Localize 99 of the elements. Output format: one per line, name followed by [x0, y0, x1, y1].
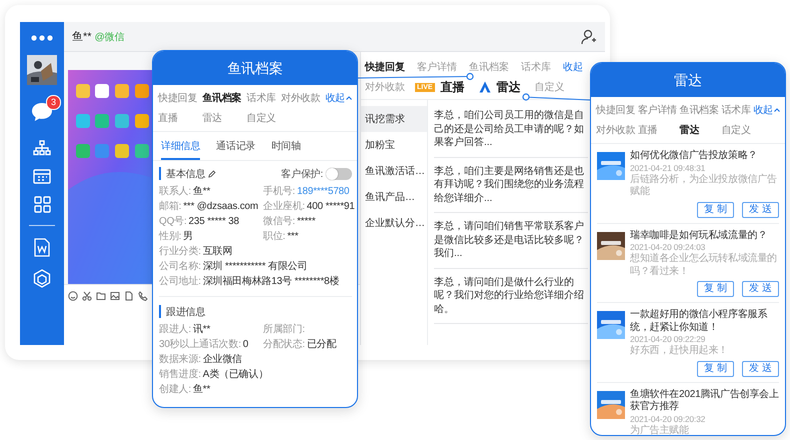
section-title: 跟进信息 [166, 306, 206, 318]
field-value: 0 [242, 339, 248, 350]
field-label: 职位: [263, 231, 286, 242]
script-message[interactable]: 李总，咱们主要是网络销售还是也有拜访呢？我们围绕您的业务流程给您详细介... [434, 158, 588, 213]
field-label: 销售进度: [159, 369, 201, 380]
article-title[interactable]: 瑞幸咖啡是如何玩私域流量的？ [630, 230, 779, 242]
tab[interactable]: 客户详情 [417, 60, 457, 74]
category-item[interactable]: 企业默认分… [361, 210, 427, 236]
contact-name: 鱼** [72, 30, 92, 44]
script-message[interactable]: 李总，请问咱们销售平常联系客户是微信比较多还是电话比较多呢？我们... [434, 213, 588, 268]
field-label: 邮箱: [159, 201, 182, 212]
article-summary: 想知道各企业怎么玩转私域流量的吗？看过来！ [630, 253, 778, 278]
tab[interactable]: 快捷回复 [365, 60, 405, 74]
tab[interactable]: 话术库 [721, 103, 751, 117]
field-value: A类（已确认） [202, 369, 268, 380]
field-label: 数据来源: [159, 354, 201, 365]
tab[interactable]: 直播 [638, 123, 677, 137]
field-label: 手机号: [263, 186, 295, 197]
collapse-link[interactable]: 收起 [753, 103, 780, 117]
section-title: 基本信息 [166, 168, 206, 180]
send-button[interactable]: 发送 [742, 360, 779, 376]
field-label: 跟进人: [159, 324, 191, 335]
field-value: 男 [183, 231, 193, 242]
category-item[interactable]: 讯挖需求 [361, 106, 427, 132]
collapse-link[interactable]: 收起 [563, 60, 583, 74]
field-label: QQ号: [159, 216, 187, 227]
article-summary: 为广告主赋能 [630, 424, 690, 435]
tab[interactable]: 时间轴 [271, 132, 301, 160]
field-value: *** [287, 231, 298, 242]
tab[interactable]: 雷达 [680, 123, 719, 137]
tab[interactable]: 详细信息 [161, 132, 200, 160]
field-label: 行业分类: [159, 246, 201, 257]
tab[interactable]: 话术库 [521, 60, 551, 74]
collapse-link[interactable]: 收起 [325, 91, 352, 105]
field-label: 创建人: [159, 384, 191, 395]
tab[interactable]: 客户详情 [638, 103, 677, 117]
unread-badge: 3 [46, 95, 61, 110]
field-label: 性别: [159, 231, 182, 242]
send-button[interactable]: 发送 [742, 281, 779, 297]
field-value[interactable]: 189****5780 [296, 186, 350, 197]
field-value: 企业微信 [202, 354, 242, 365]
field-label: 微信号: [263, 216, 295, 227]
category-item[interactable]: 鱼讯产品… [361, 184, 427, 210]
category-item[interactable]: 鱼讯激活话… [361, 158, 427, 184]
tab[interactable]: 自定义 [246, 111, 276, 125]
field-value: ***** [296, 216, 316, 227]
article-summary: 后链路分析，为企业投放微信广告赋能 [630, 174, 778, 198]
copy-button[interactable]: 复制 [697, 281, 734, 297]
article-date: 2021-04-20 09:24:03 [630, 242, 706, 252]
field-value: 讯** [192, 324, 210, 335]
field-label: 所属部门: [263, 324, 305, 335]
tab[interactable]: 雷达 [496, 78, 521, 96]
field-value: *** @dzsaas.com [183, 201, 258, 212]
field-value: 鱼** [192, 384, 210, 395]
field-value: 已分配 [306, 339, 336, 350]
card-title: 鱼讯档案 [153, 51, 357, 85]
field-label: 企业座机: [263, 201, 305, 212]
tab[interactable]: 鱼讯档案 [680, 103, 719, 117]
article-title[interactable]: 一款超好用的微信小程序客服系统，赶紧让你知道！ [630, 309, 779, 334]
field-value: 深圳福田梅林路13号 ********8楼 [202, 276, 340, 287]
article-title[interactable]: 如何优化微信广告投放策略？ [630, 150, 779, 162]
tab[interactable]: 快捷回复 [596, 103, 636, 117]
tab[interactable]: 快捷回复 [158, 91, 198, 105]
tab[interactable]: 直播 [158, 111, 198, 125]
tab[interactable]: 对外收款 [281, 91, 320, 105]
field-label: 公司名称: [159, 261, 201, 272]
tab[interactable]: 鱼讯档案 [202, 91, 242, 105]
script-message[interactable]: 李总，咱们公司员工用的微信是自己的还是公司给员工申请的呢？如果客户回答... [434, 102, 588, 158]
category-item[interactable]: 加粉宝 [361, 132, 427, 158]
article-title[interactable]: 鱼塘软件在2021腾讯广告创享会上获官方推荐 [630, 388, 779, 414]
protection-label: 客户保护: [281, 168, 323, 180]
copy-button[interactable]: 复制 [697, 202, 734, 218]
tab[interactable]: 直播 [440, 78, 465, 96]
article-summary: 好东西，赶快用起来！ [630, 345, 730, 358]
field-value: 235 ***** 38 [188, 216, 239, 227]
tab[interactable]: 雷达 [202, 111, 242, 125]
field-value: 鱼** [192, 186, 210, 197]
field-value: 互联网 [202, 246, 232, 257]
field-label: 联系人: [159, 186, 191, 197]
article-date: 2021-04-20 09:20:32 [630, 414, 706, 424]
tab[interactable]: 通话记录 [216, 132, 256, 160]
tab[interactable]: 对外收款 [596, 123, 636, 137]
field-label: 公司地址: [159, 276, 201, 287]
tab[interactable]: 鱼讯档案 [469, 60, 509, 74]
tab[interactable]: 对外收款 [365, 80, 405, 94]
field-label: 分配状态: [263, 339, 305, 350]
field-value: 深圳 *********** 有限公司 [202, 261, 308, 272]
field-label: 30秒以上通话次数: [159, 339, 241, 350]
field-value: 400 *****91 [306, 201, 355, 212]
copy-button[interactable]: 复制 [697, 360, 734, 376]
script-message[interactable]: 李总，请问咱们是做什么行业的呢？我们对您的行业给您详细介绍哈。 [434, 268, 588, 324]
tab[interactable]: 话术库 [246, 91, 276, 105]
article-date: 2021-04-20 09:22:29 [630, 334, 706, 344]
tab[interactable]: 自定义 [721, 123, 751, 137]
article-date: 2021-04-21 09:48:31 [630, 162, 706, 174]
card-title: 雷达 [591, 63, 785, 97]
channel-tag: @微信 [94, 30, 125, 44]
tab[interactable]: 自定义 [534, 80, 565, 94]
send-button[interactable]: 发送 [742, 202, 779, 218]
